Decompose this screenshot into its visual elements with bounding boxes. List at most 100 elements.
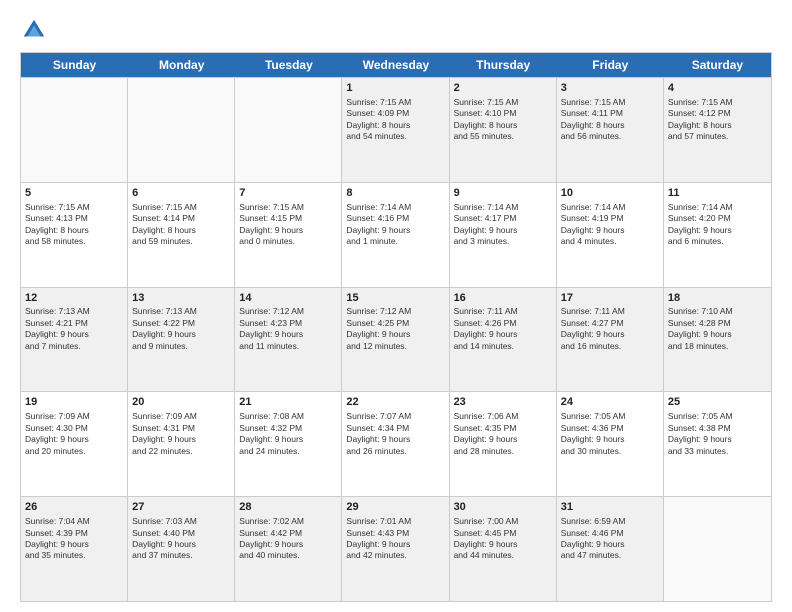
calendar-cell: 7Sunrise: 7:15 AM Sunset: 4:15 PM Daylig… xyxy=(235,183,342,287)
cell-info: Sunrise: 7:07 AM Sunset: 4:34 PM Dayligh… xyxy=(346,411,444,457)
day-number: 8 xyxy=(346,186,444,201)
calendar-cell: 18Sunrise: 7:10 AM Sunset: 4:28 PM Dayli… xyxy=(664,288,771,392)
day-number: 9 xyxy=(454,186,552,201)
day-number: 19 xyxy=(25,395,123,410)
calendar-cell: 26Sunrise: 7:04 AM Sunset: 4:39 PM Dayli… xyxy=(21,497,128,601)
calendar-cell: 12Sunrise: 7:13 AM Sunset: 4:21 PM Dayli… xyxy=(21,288,128,392)
calendar-cell: 13Sunrise: 7:13 AM Sunset: 4:22 PM Dayli… xyxy=(128,288,235,392)
cell-info: Sunrise: 7:15 AM Sunset: 4:15 PM Dayligh… xyxy=(239,202,337,248)
cell-info: Sunrise: 7:10 AM Sunset: 4:28 PM Dayligh… xyxy=(668,306,767,352)
cell-info: Sunrise: 7:14 AM Sunset: 4:17 PM Dayligh… xyxy=(454,202,552,248)
cell-info: Sunrise: 7:15 AM Sunset: 4:09 PM Dayligh… xyxy=(346,97,444,143)
cell-info: Sunrise: 7:02 AM Sunset: 4:42 PM Dayligh… xyxy=(239,516,337,562)
day-number: 2 xyxy=(454,81,552,96)
cell-info: Sunrise: 7:04 AM Sunset: 4:39 PM Dayligh… xyxy=(25,516,123,562)
cell-info: Sunrise: 7:15 AM Sunset: 4:14 PM Dayligh… xyxy=(132,202,230,248)
header-day-wednesday: Wednesday xyxy=(342,53,449,77)
day-number: 15 xyxy=(346,291,444,306)
cell-info: Sunrise: 7:14 AM Sunset: 4:16 PM Dayligh… xyxy=(346,202,444,248)
day-number: 24 xyxy=(561,395,659,410)
day-number: 10 xyxy=(561,186,659,201)
cell-info: Sunrise: 7:14 AM Sunset: 4:20 PM Dayligh… xyxy=(668,202,767,248)
calendar-cell: 15Sunrise: 7:12 AM Sunset: 4:25 PM Dayli… xyxy=(342,288,449,392)
cell-info: Sunrise: 7:15 AM Sunset: 4:13 PM Dayligh… xyxy=(25,202,123,248)
header-day-friday: Friday xyxy=(557,53,664,77)
cell-info: Sunrise: 7:06 AM Sunset: 4:35 PM Dayligh… xyxy=(454,411,552,457)
calendar-cell: 6Sunrise: 7:15 AM Sunset: 4:14 PM Daylig… xyxy=(128,183,235,287)
day-number: 21 xyxy=(239,395,337,410)
page: SundayMondayTuesdayWednesdayThursdayFrid… xyxy=(0,0,792,612)
calendar-cell: 27Sunrise: 7:03 AM Sunset: 4:40 PM Dayli… xyxy=(128,497,235,601)
calendar-cell: 28Sunrise: 7:02 AM Sunset: 4:42 PM Dayli… xyxy=(235,497,342,601)
calendar-cell: 24Sunrise: 7:05 AM Sunset: 4:36 PM Dayli… xyxy=(557,392,664,496)
cell-info: Sunrise: 7:15 AM Sunset: 4:10 PM Dayligh… xyxy=(454,97,552,143)
calendar-cell: 3Sunrise: 7:15 AM Sunset: 4:11 PM Daylig… xyxy=(557,78,664,182)
day-number: 7 xyxy=(239,186,337,201)
calendar-cell xyxy=(235,78,342,182)
day-number: 31 xyxy=(561,500,659,515)
calendar-row-3: 19Sunrise: 7:09 AM Sunset: 4:30 PM Dayli… xyxy=(21,391,771,496)
calendar-row-2: 12Sunrise: 7:13 AM Sunset: 4:21 PM Dayli… xyxy=(21,287,771,392)
cell-info: Sunrise: 7:05 AM Sunset: 4:38 PM Dayligh… xyxy=(668,411,767,457)
calendar-cell: 14Sunrise: 7:12 AM Sunset: 4:23 PM Dayli… xyxy=(235,288,342,392)
cell-info: Sunrise: 7:13 AM Sunset: 4:22 PM Dayligh… xyxy=(132,306,230,352)
calendar-cell: 9Sunrise: 7:14 AM Sunset: 4:17 PM Daylig… xyxy=(450,183,557,287)
calendar-row-1: 5Sunrise: 7:15 AM Sunset: 4:13 PM Daylig… xyxy=(21,182,771,287)
calendar-cell: 16Sunrise: 7:11 AM Sunset: 4:26 PM Dayli… xyxy=(450,288,557,392)
logo-icon xyxy=(20,16,48,44)
header-day-sunday: Sunday xyxy=(21,53,128,77)
day-number: 28 xyxy=(239,500,337,515)
calendar-cell: 25Sunrise: 7:05 AM Sunset: 4:38 PM Dayli… xyxy=(664,392,771,496)
day-number: 18 xyxy=(668,291,767,306)
day-number: 3 xyxy=(561,81,659,96)
day-number: 20 xyxy=(132,395,230,410)
cell-info: Sunrise: 7:09 AM Sunset: 4:31 PM Dayligh… xyxy=(132,411,230,457)
cell-info: Sunrise: 7:00 AM Sunset: 4:45 PM Dayligh… xyxy=(454,516,552,562)
calendar-cell: 4Sunrise: 7:15 AM Sunset: 4:12 PM Daylig… xyxy=(664,78,771,182)
day-number: 1 xyxy=(346,81,444,96)
day-number: 23 xyxy=(454,395,552,410)
cell-info: Sunrise: 7:01 AM Sunset: 4:43 PM Dayligh… xyxy=(346,516,444,562)
day-number: 25 xyxy=(668,395,767,410)
cell-info: Sunrise: 6:59 AM Sunset: 4:46 PM Dayligh… xyxy=(561,516,659,562)
calendar-row-4: 26Sunrise: 7:04 AM Sunset: 4:39 PM Dayli… xyxy=(21,496,771,601)
calendar-cell: 30Sunrise: 7:00 AM Sunset: 4:45 PM Dayli… xyxy=(450,497,557,601)
calendar-cell: 19Sunrise: 7:09 AM Sunset: 4:30 PM Dayli… xyxy=(21,392,128,496)
day-number: 22 xyxy=(346,395,444,410)
logo xyxy=(20,16,52,44)
calendar-cell: 20Sunrise: 7:09 AM Sunset: 4:31 PM Dayli… xyxy=(128,392,235,496)
calendar-cell: 21Sunrise: 7:08 AM Sunset: 4:32 PM Dayli… xyxy=(235,392,342,496)
cell-info: Sunrise: 7:08 AM Sunset: 4:32 PM Dayligh… xyxy=(239,411,337,457)
calendar: SundayMondayTuesdayWednesdayThursdayFrid… xyxy=(20,52,772,602)
calendar-body: 1Sunrise: 7:15 AM Sunset: 4:09 PM Daylig… xyxy=(21,77,771,601)
header-day-thursday: Thursday xyxy=(450,53,557,77)
calendar-row-0: 1Sunrise: 7:15 AM Sunset: 4:09 PM Daylig… xyxy=(21,77,771,182)
header-day-tuesday: Tuesday xyxy=(235,53,342,77)
calendar-cell: 1Sunrise: 7:15 AM Sunset: 4:09 PM Daylig… xyxy=(342,78,449,182)
header-day-monday: Monday xyxy=(128,53,235,77)
cell-info: Sunrise: 7:13 AM Sunset: 4:21 PM Dayligh… xyxy=(25,306,123,352)
cell-info: Sunrise: 7:03 AM Sunset: 4:40 PM Dayligh… xyxy=(132,516,230,562)
calendar-cell: 17Sunrise: 7:11 AM Sunset: 4:27 PM Dayli… xyxy=(557,288,664,392)
calendar-cell: 22Sunrise: 7:07 AM Sunset: 4:34 PM Dayli… xyxy=(342,392,449,496)
cell-info: Sunrise: 7:15 AM Sunset: 4:11 PM Dayligh… xyxy=(561,97,659,143)
calendar-cell: 8Sunrise: 7:14 AM Sunset: 4:16 PM Daylig… xyxy=(342,183,449,287)
calendar-cell: 23Sunrise: 7:06 AM Sunset: 4:35 PM Dayli… xyxy=(450,392,557,496)
day-number: 4 xyxy=(668,81,767,96)
header-day-saturday: Saturday xyxy=(664,53,771,77)
calendar-cell: 11Sunrise: 7:14 AM Sunset: 4:20 PM Dayli… xyxy=(664,183,771,287)
cell-info: Sunrise: 7:12 AM Sunset: 4:23 PM Dayligh… xyxy=(239,306,337,352)
calendar-cell: 5Sunrise: 7:15 AM Sunset: 4:13 PM Daylig… xyxy=(21,183,128,287)
cell-info: Sunrise: 7:05 AM Sunset: 4:36 PM Dayligh… xyxy=(561,411,659,457)
day-number: 16 xyxy=(454,291,552,306)
calendar-cell xyxy=(128,78,235,182)
day-number: 27 xyxy=(132,500,230,515)
day-number: 17 xyxy=(561,291,659,306)
calendar-cell xyxy=(664,497,771,601)
calendar-cell xyxy=(21,78,128,182)
day-number: 13 xyxy=(132,291,230,306)
cell-info: Sunrise: 7:11 AM Sunset: 4:26 PM Dayligh… xyxy=(454,306,552,352)
day-number: 26 xyxy=(25,500,123,515)
day-number: 30 xyxy=(454,500,552,515)
cell-info: Sunrise: 7:09 AM Sunset: 4:30 PM Dayligh… xyxy=(25,411,123,457)
